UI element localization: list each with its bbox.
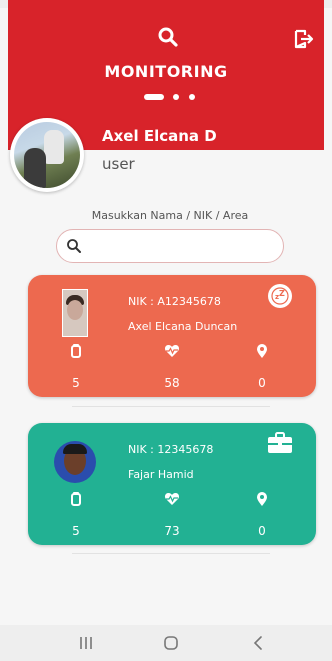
location-value: 0	[258, 376, 266, 390]
employee-photo	[62, 289, 88, 337]
employee-nik: NIK : A12345678	[128, 295, 221, 308]
avatar-photo	[14, 122, 80, 188]
divider	[72, 406, 270, 407]
profile-role: user	[102, 155, 135, 173]
heart-rate-value: 58	[164, 376, 180, 390]
system-nav-bar	[0, 625, 332, 661]
search-label: Masukkan Nama / NIK / Area	[91, 209, 249, 222]
home-icon[interactable]	[161, 634, 181, 652]
search-box[interactable]	[56, 229, 284, 263]
logout-icon[interactable]	[293, 28, 315, 50]
employee-name: Fajar Hamid	[128, 468, 194, 481]
search-icon	[67, 239, 81, 253]
briefcase-icon	[268, 432, 292, 453]
search-icon[interactable]	[157, 26, 179, 48]
location-icon	[257, 344, 267, 358]
heart-rate-icon	[164, 345, 180, 357]
page-indicator-dot	[173, 94, 179, 100]
page-indicator	[144, 92, 204, 102]
employee-name: Axel Elcana Duncan	[128, 320, 238, 333]
employee-card[interactable]: NIK : A12345678 Axel Elcana Duncan z Z 5…	[28, 275, 316, 397]
recent-apps-icon[interactable]	[76, 634, 96, 652]
employee-photo	[54, 441, 96, 483]
svg-text:Z: Z	[279, 289, 285, 298]
page-title: MONITORING	[104, 62, 228, 81]
page-indicator-dot	[189, 94, 195, 100]
heart-rate-icon	[164, 493, 180, 505]
battery-value: 5	[72, 524, 80, 538]
battery-value: 5	[72, 376, 80, 390]
location-value: 0	[258, 524, 266, 538]
sleep-icon: z Z	[268, 284, 292, 308]
profile-name: Axel Elcana D	[102, 127, 217, 145]
employee-card[interactable]: NIK : 12345678 Fajar Hamid 5 73 0	[28, 423, 316, 545]
location-icon	[257, 492, 267, 506]
employee-nik: NIK : 12345678	[128, 443, 214, 456]
battery-icon	[71, 344, 81, 358]
back-icon[interactable]	[248, 634, 268, 652]
avatar[interactable]	[10, 118, 84, 192]
divider	[72, 553, 270, 554]
page-indicator-active	[144, 94, 164, 100]
search-input[interactable]	[89, 236, 273, 258]
heart-rate-value: 73	[164, 524, 180, 538]
battery-icon	[71, 492, 81, 506]
